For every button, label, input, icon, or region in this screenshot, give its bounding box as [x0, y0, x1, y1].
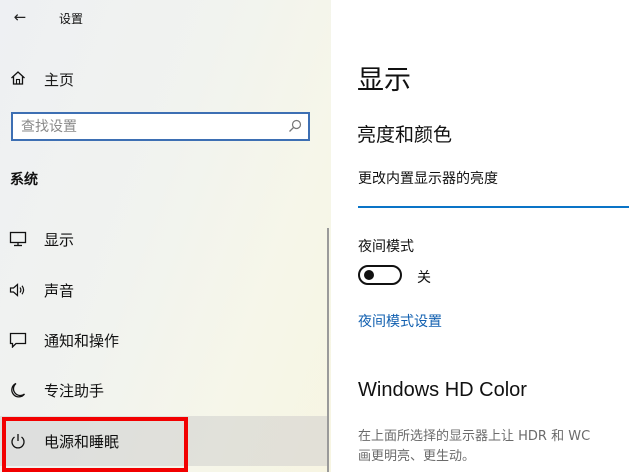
sidebar-item-label: 电源和睡眠: [44, 433, 120, 451]
monitor-icon: [9, 231, 27, 247]
navigation-pane: ← 设置 主页 系统 显示 声音: [0, 0, 331, 472]
window-title: 设置: [59, 12, 84, 26]
sidebar-item-label: 显示: [44, 231, 75, 249]
toggle-knob: [364, 270, 374, 280]
section-heading-brightness: 亮度和颜色: [357, 124, 453, 146]
sidebar-item-display[interactable]: 显示: [0, 214, 327, 264]
speaker-icon: [9, 283, 25, 297]
search-box[interactable]: [11, 112, 310, 141]
sidebar-item-focus-assist[interactable]: 专注助手: [0, 365, 327, 415]
sidebar-item-sound[interactable]: 声音: [0, 265, 327, 315]
night-mode-label: 夜间模式: [358, 239, 414, 255]
content-pane: 显示 亮度和颜色 更改内置显示器的亮度 夜间模式 关 夜间模式设置 Window…: [331, 0, 629, 472]
brightness-slider[interactable]: [358, 198, 629, 218]
hd-color-desc-line: 在上面所选择的显示器上让 HDR 和 WC: [358, 429, 591, 444]
night-mode-settings-link[interactable]: 夜间模式设置: [358, 311, 442, 331]
sidebar-item-power-sleep[interactable]: 电源和睡眠: [0, 416, 327, 466]
sidebar-item-label: 通知和操作: [44, 332, 120, 350]
home-icon: [11, 71, 25, 85]
sidebar-item-label: 专注助手: [44, 382, 105, 400]
home-nav-item[interactable]: 主页: [0, 62, 331, 94]
search-icon[interactable]: [288, 119, 302, 133]
page-title: 显示: [357, 65, 411, 96]
back-arrow-icon[interactable]: ←: [10, 6, 30, 28]
hd-color-description: 在上面所选择的显示器上让 HDR 和 WC 画更明亮、更生动。: [358, 427, 629, 467]
notification-icon: [9, 332, 27, 348]
search-input[interactable]: [21, 117, 281, 136]
slider-track: [358, 206, 629, 208]
night-mode-toggle[interactable]: [358, 265, 402, 285]
sidebar-item-notifications[interactable]: 通知和操作: [0, 315, 327, 365]
home-label: 主页: [44, 71, 75, 89]
hd-color-heading: Windows HD Color: [358, 379, 527, 401]
night-mode-state: 关: [417, 270, 431, 286]
power-icon: [11, 434, 25, 449]
brightness-label: 更改内置显示器的亮度: [358, 171, 498, 187]
hd-color-desc-line: 画更明亮、更生动。: [358, 449, 476, 464]
nav-scrollbar[interactable]: [327, 228, 329, 472]
moon-icon: [11, 382, 26, 398]
section-label-system: 系统: [10, 172, 38, 188]
sidebar-item-label: 声音: [44, 282, 75, 300]
